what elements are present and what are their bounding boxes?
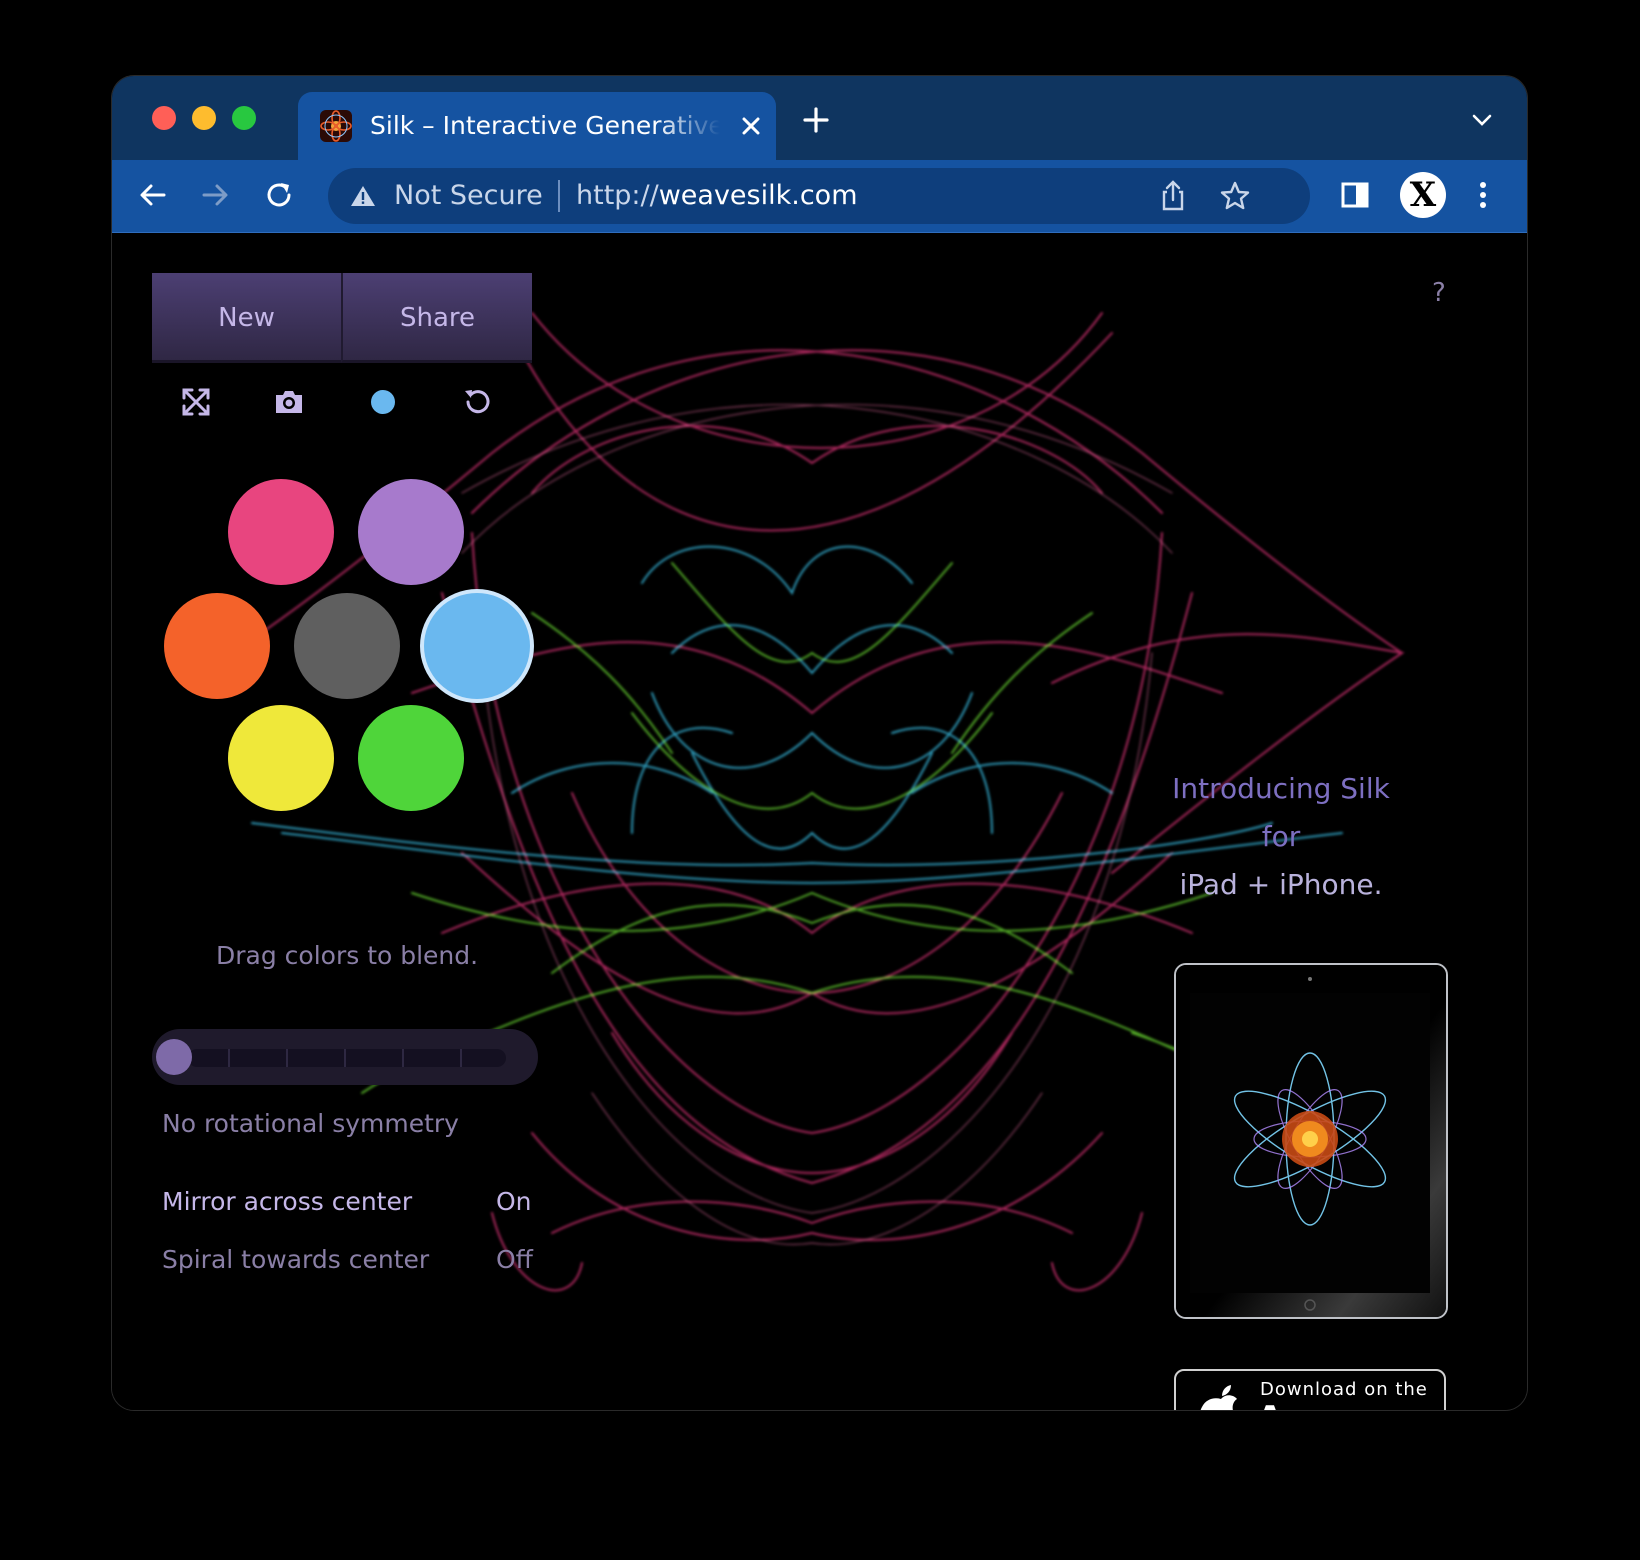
slider-tick [286,1049,288,1067]
symmetry-label: No rotational symmetry [162,1109,459,1138]
browser-toolbar: Not Secure http://weavesilk.com X [112,160,1527,233]
close-window-button[interactable] [152,106,176,130]
tab-silk[interactable]: Silk – Interactive Generative Art [298,92,776,160]
color-swatch-blue-selected[interactable] [424,593,530,699]
tab-title: Silk – Interactive Generative Art [370,111,720,140]
minimize-window-button[interactable] [192,106,216,130]
address-bar[interactable]: Not Secure http://weavesilk.com [328,168,1310,224]
slider-tick [460,1049,462,1067]
help-link[interactable]: ? [1432,278,1446,308]
browser-window: Silk – Interactive Generative Art Not Se… [112,76,1527,1410]
spiral-setting-label[interactable]: Spiral towards center [162,1245,429,1274]
share-page-icon[interactable] [1156,179,1190,213]
symmetry-slider-rail [188,1049,506,1067]
promo-line-2: iPad + iPhone. [1179,868,1383,901]
symmetry-slider-knob[interactable] [156,1039,192,1075]
camera-icon[interactable] [272,385,306,419]
slider-tick [402,1049,404,1067]
app-store-badge[interactable]: Download on the App Store [1174,1369,1446,1410]
more-menu-icon[interactable] [1466,178,1500,212]
reload-icon[interactable] [262,178,296,212]
new-button[interactable]: New [152,273,341,363]
mirror-setting-label[interactable]: Mirror across center [162,1187,412,1216]
symmetry-slider[interactable] [152,1029,538,1085]
mirror-setting-value[interactable]: On [496,1187,532,1216]
fullscreen-icon[interactable] [179,385,213,419]
color-swatch-gray[interactable] [294,593,400,699]
current-color-dot-icon[interactable] [366,385,400,419]
color-swatch-orange[interactable] [164,593,270,699]
ipad-preview-image[interactable] [1174,963,1448,1319]
main-button-bar: New Share [152,273,532,363]
slider-tick [228,1049,230,1067]
tab-search-chevron-icon[interactable] [1470,110,1494,130]
close-tab-icon[interactable] [738,113,764,139]
silk-canvas-page[interactable]: New Share Drag colors to blend. No rotat… [112,233,1527,1410]
omnibox-divider [558,180,560,212]
slider-tick [344,1049,346,1067]
share-button[interactable]: Share [341,273,532,363]
new-tab-icon[interactable] [802,106,830,134]
maximize-window-button[interactable] [232,106,256,130]
color-swatch-green[interactable] [358,705,464,811]
back-arrow-icon[interactable] [136,178,170,212]
apple-logo-icon [1198,1383,1244,1410]
promo-text: Introducing Silk for iPad + iPhone. [1156,765,1406,909]
warning-triangle-icon[interactable] [350,184,376,208]
security-label[interactable]: Not Secure [394,178,543,214]
spiral-setting-value[interactable]: Off [496,1245,533,1274]
color-swatch-yellow[interactable] [228,705,334,811]
undo-icon[interactable] [460,385,494,419]
color-swatch-pink[interactable] [228,479,334,585]
forward-arrow-icon[interactable] [198,178,232,212]
url-text[interactable]: http://weavesilk.com [576,178,858,214]
side-panel-icon[interactable] [1338,178,1372,212]
blend-hint: Drag colors to blend. [216,941,479,970]
promo-line-1: Introducing Silk for [1172,772,1390,853]
tab-bar: Silk – Interactive Generative Art [112,76,1527,160]
bookmark-star-icon[interactable] [1218,179,1252,213]
app-store-title: App Store [1256,1399,1444,1410]
profile-avatar[interactable]: X [1400,172,1446,218]
app-store-caption: Download on the [1260,1379,1428,1400]
silk-favicon-icon [320,110,352,142]
color-swatch-purple[interactable] [358,479,464,585]
